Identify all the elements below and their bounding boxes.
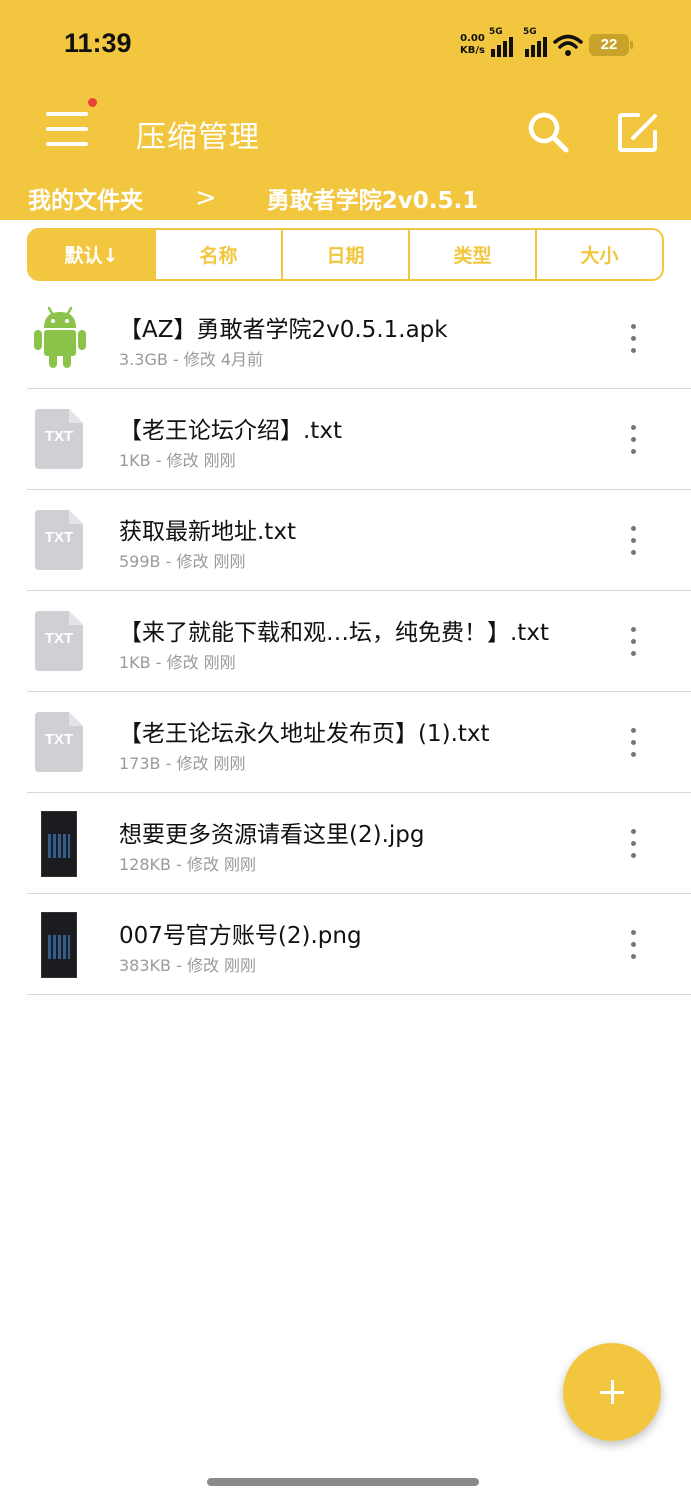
more-options-icon[interactable]: [625, 728, 641, 758]
image-thumbnail: [41, 912, 77, 978]
file-row[interactable]: TXT 【老王论坛永久地址发布页】(1).txt 173B - 修改 刚刚: [27, 692, 691, 793]
file-row[interactable]: 想要更多资源请看这里(2).jpg 128KB - 修改 刚刚: [27, 793, 691, 894]
more-options-icon[interactable]: [625, 324, 641, 354]
status-indicators: 0.00 KB/s 5G 5G 22: [460, 27, 633, 60]
edit-icon[interactable]: [616, 110, 660, 154]
file-row[interactable]: TXT 【来了就能下载和观…坛，纯免费！】.txt 1KB - 修改 刚刚: [27, 591, 691, 692]
file-meta: 383KB - 修改 刚刚: [119, 956, 257, 975]
search-icon[interactable]: [526, 110, 570, 154]
file-row[interactable]: TXT 获取最新地址.txt 599B - 修改 刚刚: [27, 490, 691, 591]
battery-icon: 22: [589, 34, 633, 56]
network-speed-unit: KB/s: [460, 45, 485, 56]
file-list: 【AZ】勇敢者学院2v0.5.1.apk 3.3GB - 修改 4月前 TXT …: [0, 288, 691, 995]
breadcrumb: 我的文件夹 > 勇敢者学院2v0.5.1: [28, 180, 478, 216]
sort-tab-date[interactable]: 日期: [281, 230, 408, 279]
txt-icon-label: TXT: [44, 731, 74, 748]
file-meta: 599B - 修改 刚刚: [119, 552, 246, 571]
breadcrumb-separator: >: [195, 183, 217, 213]
file-meta: 173B - 修改 刚刚: [119, 754, 246, 773]
file-name: 获取最新地址.txt: [119, 519, 296, 545]
file-meta: 1KB - 修改 刚刚: [119, 451, 236, 470]
breadcrumb-current[interactable]: 勇敢者学院2v0.5.1: [267, 181, 478, 215]
txt-file-icon: TXT: [35, 712, 83, 772]
hamburger-menu-icon[interactable]: [46, 108, 90, 152]
more-options-icon[interactable]: [625, 627, 641, 657]
file-meta: 1KB - 修改 刚刚: [119, 653, 236, 672]
file-name: 【AZ】勇敢者学院2v0.5.1.apk: [119, 317, 448, 343]
more-options-icon[interactable]: [625, 425, 641, 455]
file-row[interactable]: 【AZ】勇敢者学院2v0.5.1.apk 3.3GB - 修改 4月前: [27, 288, 691, 389]
signal-icon: 5G: [489, 27, 513, 57]
file-meta: 128KB - 修改 刚刚: [119, 855, 257, 874]
file-name: 【老王论坛永久地址发布页】(1).txt: [119, 721, 490, 747]
status-time: 11:39: [64, 28, 132, 58]
txt-file-icon: TXT: [35, 510, 83, 570]
network-speed-value: 0.00: [460, 33, 485, 44]
more-options-icon[interactable]: [625, 526, 641, 556]
more-options-icon[interactable]: [625, 829, 641, 859]
image-thumbnail: [41, 811, 77, 877]
sort-tab-name[interactable]: 名称: [154, 230, 281, 279]
txt-file-icon: TXT: [35, 611, 83, 671]
breadcrumb-root[interactable]: 我的文件夹: [28, 181, 143, 215]
add-button[interactable]: [563, 1343, 661, 1441]
file-name: 【老王论坛介绍】.txt: [119, 418, 342, 444]
sort-tabs: 默认↓ 名称 日期 类型 大小: [27, 228, 664, 281]
file-name: 想要更多资源请看这里(2).jpg: [119, 822, 425, 848]
file-name: 007号官方账号(2).png: [119, 923, 362, 949]
txt-icon-label: TXT: [44, 428, 74, 445]
android-icon: [34, 306, 86, 368]
sim2-network-tag: 5G: [523, 27, 537, 37]
signal-icon-2: 5G: [523, 27, 547, 57]
home-indicator[interactable]: [207, 1478, 479, 1486]
sort-tab-default[interactable]: 默认↓: [29, 230, 154, 279]
status-bar: 11:39 0.00 KB/s 5G 5G 22: [0, 0, 691, 90]
file-row[interactable]: 007号官方账号(2).png 383KB - 修改 刚刚: [27, 894, 691, 995]
file-meta: 3.3GB - 修改 4月前: [119, 350, 264, 369]
file-row[interactable]: TXT 【老王论坛介绍】.txt 1KB - 修改 刚刚: [27, 389, 691, 490]
notification-dot: [88, 98, 97, 107]
sim1-network-tag: 5G: [489, 27, 503, 37]
txt-icon-label: TXT: [44, 529, 74, 546]
txt-file-icon: TXT: [35, 409, 83, 469]
wifi-icon: [553, 34, 583, 56]
more-options-icon[interactable]: [625, 930, 641, 960]
network-speed: 0.00 KB/s: [460, 33, 485, 57]
page-title: 压缩管理: [136, 120, 260, 155]
file-name: 【来了就能下载和观…坛，纯免费！】.txt: [119, 620, 549, 646]
txt-icon-label: TXT: [44, 630, 74, 647]
app-header: 11:39 0.00 KB/s 5G 5G 22 压缩管理 我的文件夹 > 勇敢…: [0, 0, 691, 220]
sort-tab-type[interactable]: 类型: [408, 230, 535, 279]
sort-tab-size[interactable]: 大小: [535, 230, 662, 279]
